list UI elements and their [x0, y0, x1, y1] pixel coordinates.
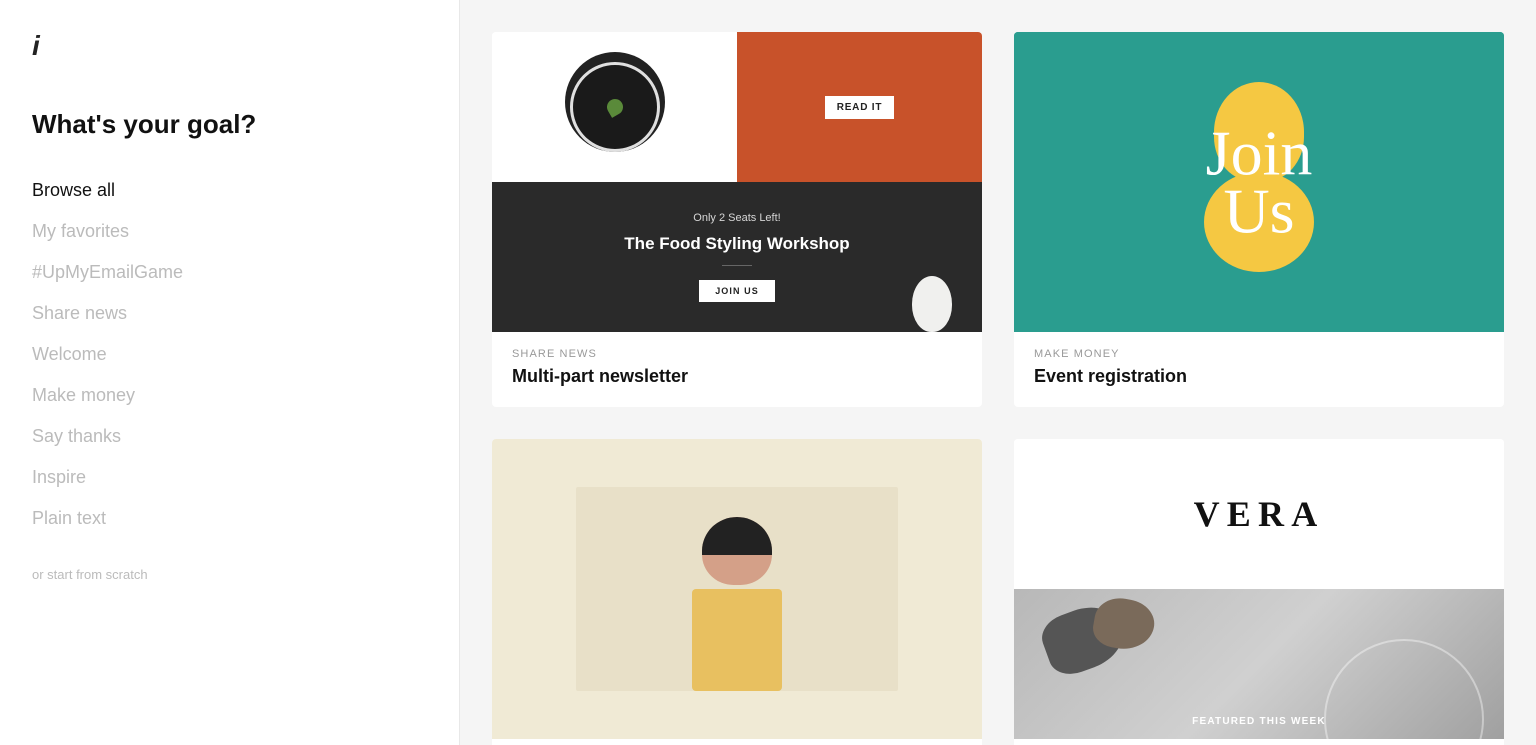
food-egg-shape — [912, 276, 952, 332]
templates-grid: READ IT Only 2 Seats Left! The Food Styl… — [492, 32, 1504, 745]
read-it-button[interactable]: READ IT — [825, 96, 895, 119]
sidebar-item-plain-text[interactable]: Plain text — [32, 498, 427, 539]
page-heading: What's your goal? — [32, 108, 427, 142]
sidebar-item-welcome[interactable]: Welcome — [32, 334, 427, 375]
food-orange-area: READ IT — [737, 32, 982, 182]
template-info-event: MAKE MONEY Event registration — [1014, 332, 1504, 407]
template-image-food: READ IT Only 2 Seats Left! The Food Styl… — [492, 32, 982, 332]
join-text-overlay: JoinUs — [1206, 124, 1313, 239]
vera-featured-text: FEATURED THIS WEEK — [1014, 716, 1504, 727]
vera-shells-bg: FEATURED THIS WEEK — [1014, 589, 1504, 739]
sidebar-item-say-thanks[interactable]: Say thanks — [32, 416, 427, 457]
template-category-share-news: SHARE NEWS — [512, 348, 962, 360]
food-join-button[interactable]: JOIN US — [699, 280, 775, 302]
sidebar-item-share-news[interactable]: Share news — [32, 293, 427, 334]
template-category-make-money: MAKE MONEY — [1034, 348, 1484, 360]
person-torso — [692, 589, 782, 691]
template-image-vera: VERA FEATURED THIS WEEK — [1014, 439, 1504, 739]
vera-brand-name: VERA — [1194, 493, 1325, 535]
template-image-join: JoinUs — [1014, 32, 1504, 332]
fashion-photo-frame — [576, 487, 899, 691]
sidebar: i What's your goal? Browse all My favori… — [0, 0, 460, 745]
sidebar-item-make-money[interactable]: Make money — [32, 375, 427, 416]
food-leaf-icon — [604, 96, 626, 118]
template-image-fashion — [492, 439, 982, 739]
template-info-vera: SHARE NEWS Featured this week — [1014, 739, 1504, 745]
join-text: JoinUs — [1206, 124, 1313, 239]
vera-logo-area: VERA — [1014, 439, 1504, 589]
logo: i — [32, 32, 427, 60]
template-name-newsletter: Multi-part newsletter — [512, 366, 962, 387]
vera-image-area: FEATURED THIS WEEK — [1014, 589, 1504, 739]
sidebar-item-my-favorites[interactable]: My favorites — [32, 211, 427, 252]
person-hair — [702, 517, 772, 554]
template-card-multi-part-newsletter[interactable]: READ IT Only 2 Seats Left! The Food Styl… — [492, 32, 982, 407]
template-info-fashion: INSPIRE Featured lookbook — [492, 739, 982, 745]
sidebar-item-inspire[interactable]: Inspire — [32, 457, 427, 498]
template-card-fashion[interactable]: INSPIRE Featured lookbook — [492, 439, 982, 745]
food-plate-area — [492, 32, 737, 182]
food-seats-text: Only 2 Seats Left! — [693, 212, 780, 224]
template-card-event-registration[interactable]: JoinUs MAKE MONEY Event registration — [1014, 32, 1504, 407]
main-content: READ IT Only 2 Seats Left! The Food Styl… — [460, 0, 1536, 745]
sidebar-item-up-my-email-game[interactable]: #UpMyEmailGame — [32, 252, 427, 293]
food-workshop-area: Only 2 Seats Left! The Food Styling Work… — [492, 182, 982, 332]
fashion-person — [576, 487, 899, 691]
person-silhouette — [640, 507, 834, 691]
sidebar-item-browse-all[interactable]: Browse all — [32, 170, 427, 211]
template-name-event: Event registration — [1034, 366, 1484, 387]
template-card-vera[interactable]: VERA FEATURED THIS WEEK SHARE NEWS Featu… — [1014, 439, 1504, 745]
start-from-scratch-link[interactable]: or start from scratch — [32, 567, 427, 582]
food-divider — [722, 265, 752, 266]
food-plate — [570, 62, 660, 152]
template-info-newsletter: SHARE NEWS Multi-part newsletter — [492, 332, 982, 407]
food-workshop-title: The Food Styling Workshop — [624, 232, 849, 256]
person-head — [702, 517, 772, 585]
nav-list: Browse all My favorites #UpMyEmailGame S… — [32, 170, 427, 539]
app-logo-icon: i — [32, 32, 40, 60]
